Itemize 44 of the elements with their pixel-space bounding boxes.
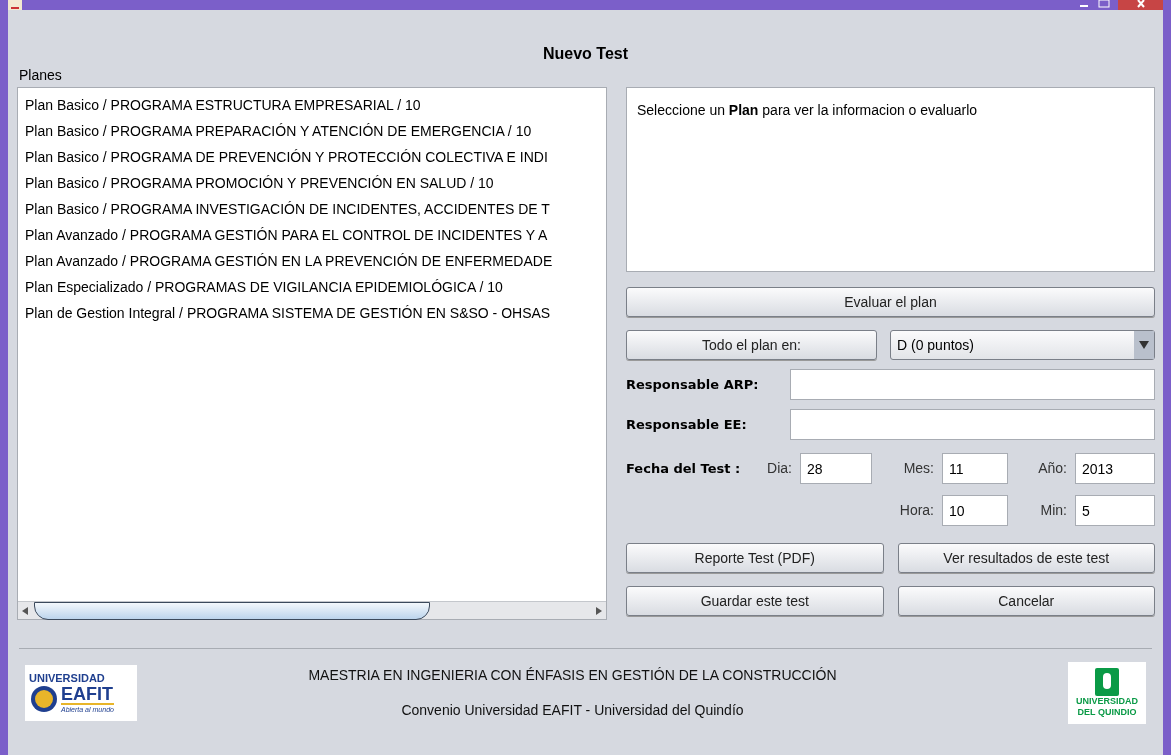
close-button[interactable]: [1118, 0, 1163, 10]
plan-item[interactable]: Plan Avanzado / PROGRAMA GESTIÓN PARA EL CONTROL DE INCIDENTES Y A: [25, 222, 548, 248]
action-button[interactable]: Guardar este test: [626, 586, 884, 616]
plan-item[interactable]: Plan Basico / PROGRAMA PREPARACIÓN Y ATENCIÓN DE EMERGENCIA / 10: [25, 118, 532, 144]
footer-title: MAESTRIA EN INGENIERIA CON ÉNFASIS EN GESTIÓN DE LA CONSTRUCCIÓN: [308, 666, 837, 685]
grade-select[interactable]: D (0 puntos): [890, 330, 1155, 360]
time-field[interactable]: 5: [1075, 495, 1155, 526]
date-field[interactable]: 2013: [1075, 453, 1155, 484]
all-plan-button[interactable]: Todo el plan en:: [626, 330, 877, 360]
ee-field[interactable]: [790, 409, 1155, 440]
action-button[interactable]: Reporte Test (PDF): [626, 543, 884, 573]
quindio-logo: UNIVERSIDAD DEL QUINDIO: [1068, 662, 1146, 724]
date-label: Fecha del Test :: [626, 459, 742, 478]
date-field-label: Dia:: [767, 459, 792, 478]
plan-item[interactable]: Plan Basico / PROGRAMA ESTRUCTURA EMPRESARIAL / 10: [25, 92, 421, 118]
plan-item[interactable]: Plan Especializado / PROGRAMAS DE VIGILANCIA EPIDEMIOLÓGICA / 10: [25, 274, 503, 300]
date-field-label: Mes:: [903, 459, 934, 478]
plan-item[interactable]: Plan de Gestion Integral / PROGRAMA SISTEMA DE GESTIÓN EN S&SO - OHSAS: [25, 300, 551, 326]
grade-value: D (0 puntos): [896, 335, 976, 355]
time-field-label: Hora:: [899, 501, 934, 520]
date-field[interactable]: 11: [942, 453, 1008, 484]
ee-label: Responsable EE:: [626, 415, 747, 434]
maximize-icon[interactable]: [1098, 0, 1110, 8]
footer-subtitle: Convenio Universidad EAFIT - Universidad del Quindío: [401, 701, 744, 720]
action-button[interactable]: Cancelar: [897, 586, 1155, 616]
plan-item[interactable]: Plan Basico / PROGRAMA DE PREVENCIÓN Y PROTECCIÓN COLECTIVA E INDI: [25, 144, 548, 170]
date-field-label: Año:: [1038, 459, 1067, 478]
arp-label: Responsable ARP:: [626, 375, 759, 394]
scroll-thumb[interactable]: [34, 601, 430, 620]
plans-label: Planes: [19, 66, 62, 85]
window-title: Nuevo Test: [541, 44, 630, 64]
evaluate-button[interactable]: Evaluar el plan: [626, 287, 1155, 317]
info-text: Seleccione un Plan para ver la informacion o evaluarlo: [637, 102, 978, 118]
shield-icon: [1094, 668, 1120, 696]
action-button[interactable]: Ver resultados de este test: [897, 543, 1155, 573]
date-field[interactable]: 28: [800, 453, 872, 484]
plan-item[interactable]: Plan Avanzado / PROGRAMA GESTIÓN EN LA PREVENCIÓN DE ENFERMEDADE: [25, 248, 553, 274]
time-field[interactable]: 10: [942, 495, 1008, 526]
close-icon: [1135, 0, 1146, 8]
arp-field[interactable]: [790, 369, 1155, 400]
plan-item[interactable]: Plan Basico / PROGRAMA PROMOCIÓN Y PREVENCIÓN EN SALUD / 10: [25, 170, 494, 196]
plan-item[interactable]: Plan Basico / PROGRAMA INVESTIGACIÓN DE INCIDENTES, ACCIDENTES DE T: [25, 196, 550, 222]
horizontal-scrollbar[interactable]: [18, 601, 606, 619]
time-field-label: Min:: [1040, 501, 1067, 520]
